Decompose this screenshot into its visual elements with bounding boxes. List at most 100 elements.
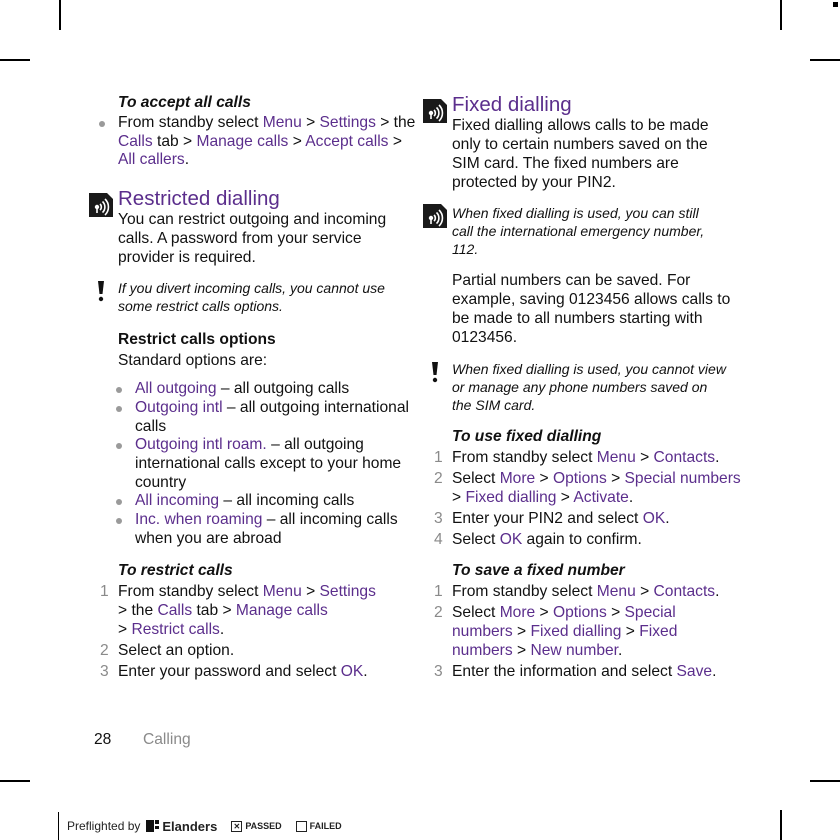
note: If you divert incoming calls, you cannot…	[98, 279, 418, 315]
fixed-dialling-link[interactable]: Fixed dialling	[530, 623, 621, 640]
text: .	[665, 510, 670, 527]
partial-numbers-text: Partial numbers can be saved. For exampl…	[452, 272, 731, 346]
save-link[interactable]: Save	[677, 663, 713, 680]
bullet-icon	[99, 121, 105, 127]
manage-calls-link[interactable]: Manage calls	[236, 602, 328, 619]
text: .	[618, 642, 623, 659]
text: >	[301, 583, 320, 601]
step-number: 1	[434, 583, 443, 600]
use-fixed-dialling-steps: To use fixed dialling 1 From standby sele…	[434, 427, 747, 549]
elanders-logo: Elanders	[146, 819, 217, 834]
calls-tab-link[interactable]: Calls	[118, 133, 153, 150]
text: >	[621, 623, 640, 640]
text: Select	[452, 531, 500, 548]
crop-mark	[810, 59, 840, 61]
options-link[interactable]: Options	[553, 604, 607, 621]
calls-tab-link[interactable]: Calls	[157, 602, 192, 619]
option-link[interactable]: All outgoing	[135, 380, 217, 397]
option-desc: – all outgoing calls	[216, 380, 350, 398]
crop-mark	[0, 59, 30, 61]
text: Enter the information and select	[452, 663, 677, 680]
registration-mark	[833, 2, 838, 7]
text: From standby select	[452, 449, 597, 466]
left-column: To accept all calls From standby select …	[89, 93, 418, 681]
all-callers-link[interactable]: All callers	[118, 151, 185, 168]
special-numbers-link[interactable]: Special numbers	[625, 470, 741, 487]
activate-link[interactable]: Activate	[573, 489, 628, 506]
option-link[interactable]: Outgoing intl roam.	[135, 436, 267, 453]
step-number: 3	[434, 663, 443, 680]
text: Enter your password and select	[118, 663, 341, 681]
text: .	[219, 621, 225, 639]
more-link[interactable]: More	[500, 470, 536, 487]
manage-calls-link[interactable]: Manage calls	[196, 133, 288, 150]
ok-link[interactable]: OK	[341, 663, 364, 680]
step-item: 1 From standby select Menu > Settings > t…	[100, 582, 418, 639]
steps-heading: To restrict calls	[118, 562, 233, 580]
restrict-calls-link[interactable]: Restrict calls	[131, 621, 219, 638]
text: From standby select	[118, 583, 263, 601]
text: From standby select	[452, 583, 597, 600]
accept-calls-link[interactable]: Accept calls	[305, 133, 388, 150]
ok-link[interactable]: OK	[500, 531, 523, 548]
crop-mark	[0, 780, 30, 782]
text: .	[712, 663, 717, 680]
section-body: You can restrict outgoing and incoming c…	[118, 211, 387, 267]
text: .	[363, 663, 368, 681]
menu-link[interactable]: Menu	[597, 583, 636, 600]
list-item: Outgoing intl – all outgoing internation…	[116, 399, 418, 436]
step-number: 1	[100, 583, 109, 601]
ok-link[interactable]: OK	[643, 510, 666, 527]
contacts-link[interactable]: Contacts	[654, 449, 716, 466]
preflight-stamp: Preflighted by Elanders ✕ PASSED FAILED	[58, 812, 342, 840]
step-item: 3 Enter your password and select OK.	[100, 662, 418, 681]
warning-icon	[96, 281, 106, 308]
save-fixed-number-steps: To save a fixed number 1 From standby sel…	[434, 561, 747, 681]
text: .	[715, 449, 720, 466]
option-link[interactable]: Inc. when roaming	[135, 511, 262, 528]
text: >	[288, 132, 306, 150]
text: >	[301, 114, 320, 131]
text: >	[606, 604, 625, 621]
text: tab >	[192, 602, 236, 620]
text: Select an option.	[118, 642, 235, 660]
contacts-link[interactable]: Contacts	[654, 583, 716, 600]
fixed-dialling-link[interactable]: Fixed dialling	[465, 489, 556, 506]
section-title: Restricted dialling	[118, 187, 280, 211]
passed-status: ✕ PASSED	[231, 820, 282, 832]
menu-link[interactable]: Menu	[263, 583, 302, 600]
brand-name: Elanders	[162, 818, 218, 834]
text: Select	[452, 470, 500, 487]
options-link[interactable]: Options	[553, 470, 607, 487]
note: When fixed dialling is used, you cannot …	[432, 360, 747, 414]
text: >	[606, 470, 625, 487]
more-link[interactable]: More	[500, 604, 536, 621]
list-item: Outgoing intl roam. – all outgoing inter…	[116, 436, 418, 492]
elanders-logo-icon	[146, 820, 160, 832]
settings-link[interactable]: Settings	[320, 583, 376, 600]
preflight-label: Preflighted by	[67, 819, 141, 833]
step-item: 1 From standby select Menu > Contacts.	[434, 582, 747, 601]
step-number: 2	[100, 642, 109, 660]
text: >	[512, 623, 531, 640]
text: >	[118, 621, 132, 639]
new-number-link[interactable]: New number	[530, 642, 618, 659]
menu-link[interactable]: Menu	[263, 114, 302, 131]
bullet-icon	[116, 405, 122, 412]
page-number: 28	[94, 731, 112, 748]
menu-link[interactable]: Menu	[597, 449, 636, 466]
text: Enter your PIN2 and select	[452, 510, 643, 527]
step-number: 2	[434, 604, 443, 621]
note-text: When fixed dialling is used, you cannot …	[452, 361, 726, 413]
checkbox-empty-icon	[295, 820, 307, 832]
text: >	[635, 449, 654, 466]
crop-mark	[810, 780, 840, 782]
crop-mark	[59, 0, 61, 30]
accept-calls-section: To accept all calls From standby select …	[99, 93, 418, 170]
network-service-icon	[89, 193, 113, 222]
options-heading: Restrict calls options	[118, 331, 276, 349]
step-number: 2	[434, 470, 443, 487]
settings-link[interactable]: Settings	[320, 114, 376, 131]
option-link[interactable]: All incoming	[135, 492, 219, 509]
option-link[interactable]: Outgoing intl	[135, 399, 223, 416]
